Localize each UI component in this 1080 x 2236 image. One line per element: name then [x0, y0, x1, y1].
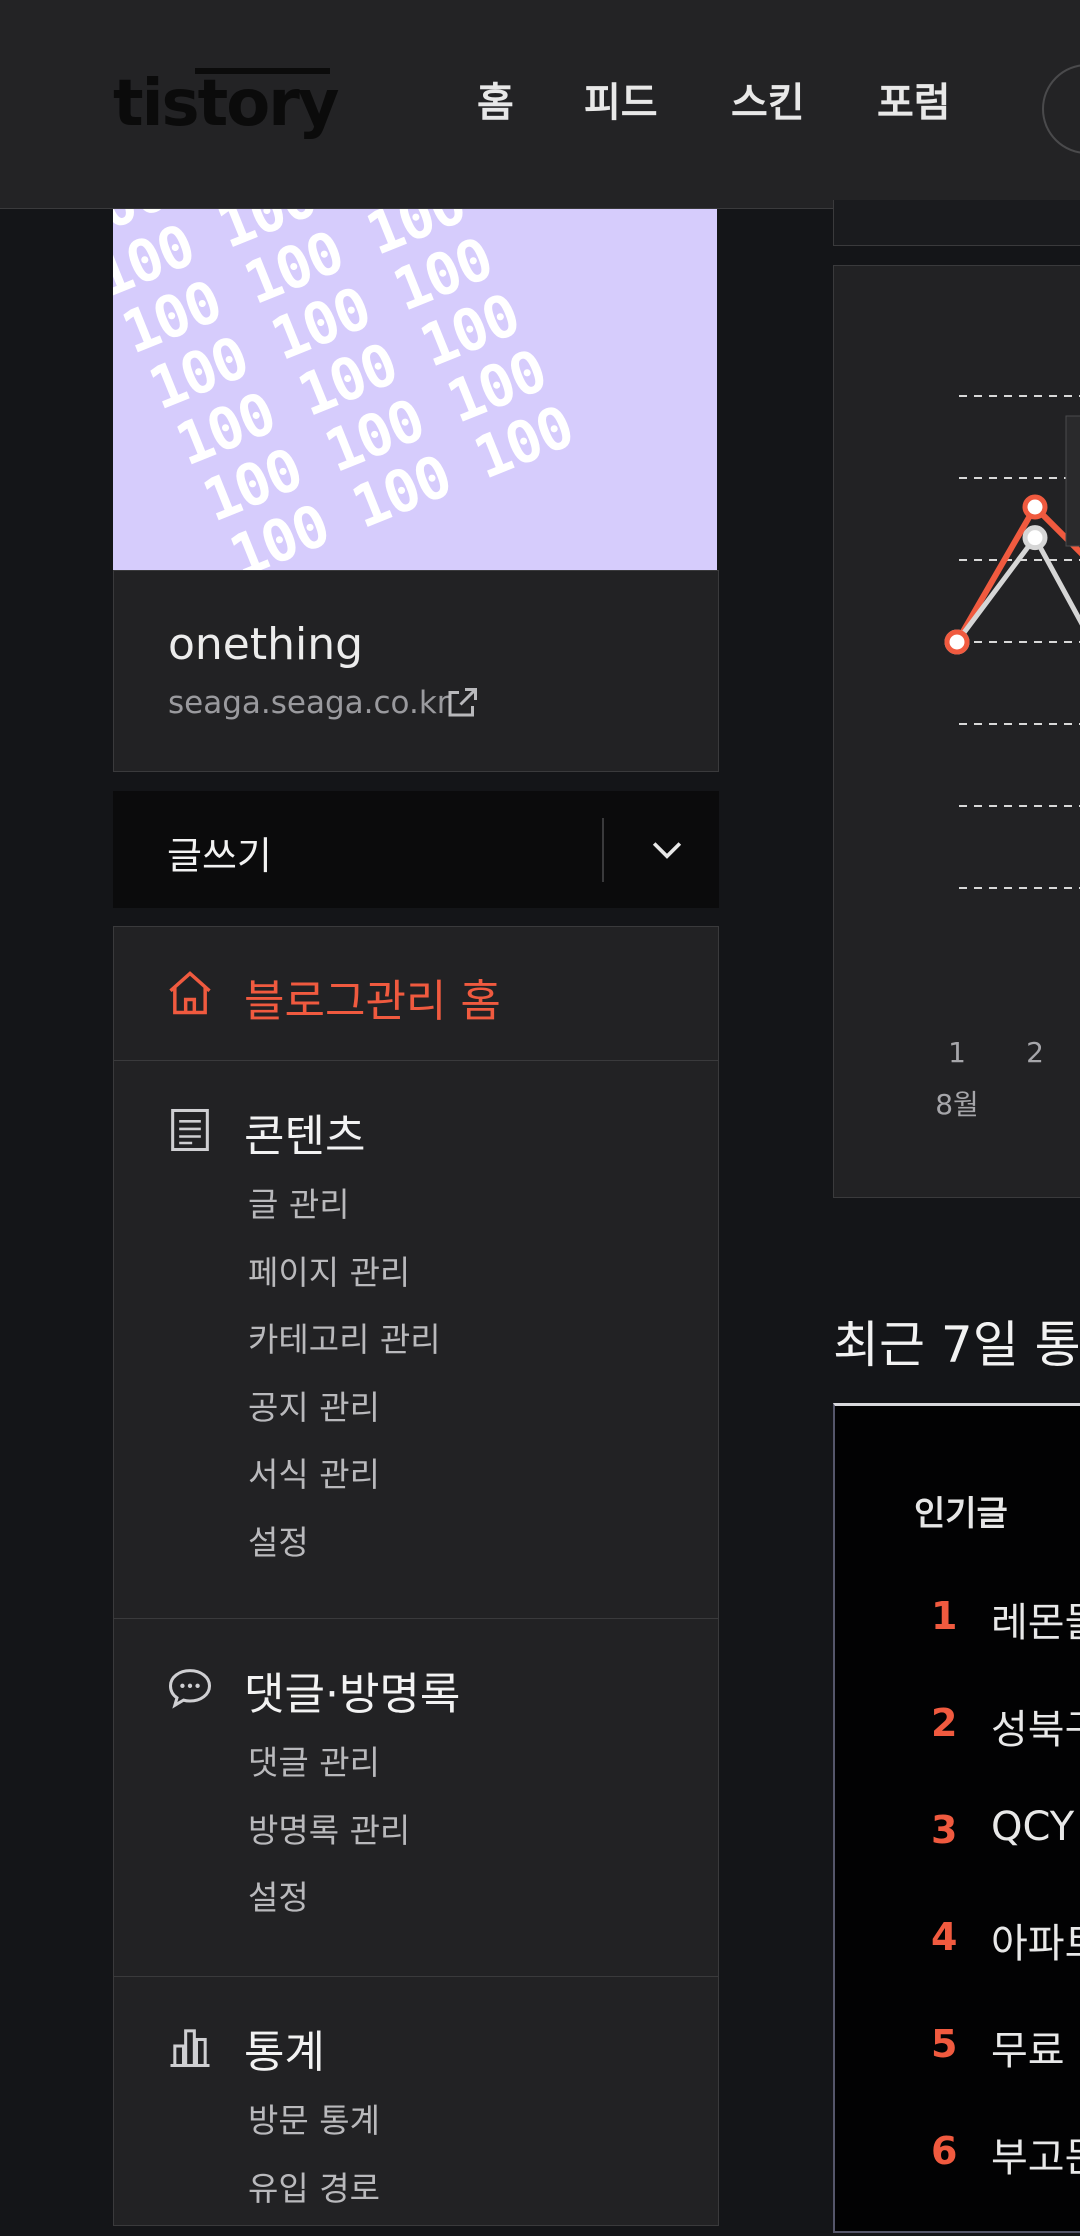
section-title-contents: 콘텐츠 — [244, 1111, 366, 1162]
popular-post-title[interactable]: 무료 — [991, 2018, 1065, 2076]
top-header: tistory 홈 피드 스킨 포럼 — [0, 0, 1080, 209]
bar-chart-icon — [170, 2029, 210, 2068]
nav-forum[interactable]: 포럼 — [877, 78, 951, 128]
blog-url-text: seaga.seaga.co.kr — [168, 685, 450, 721]
menu-contents-settings[interactable]: 설정 — [248, 1516, 309, 1564]
menu-comment-manage[interactable]: 댓글 관리 — [248, 1736, 380, 1784]
profile-avatar[interactable] — [1042, 64, 1080, 154]
visitor-chart-card: 1 2 8월 — [833, 265, 1080, 1198]
admin-menu: 블로그관리 홈 콘텐츠 글 관리 페이지 관리 카테고리 관리 공지 관리 서식… — [113, 926, 719, 2226]
chart-tooltip — [1065, 415, 1080, 547]
chart-series-line — [954, 533, 1080, 644]
nav-feed[interactable]: 피드 — [584, 78, 658, 128]
menu-visit-stats[interactable]: 방문 통계 — [248, 2094, 380, 2142]
chart-point[interactable] — [944, 629, 970, 655]
menu-blog-admin-home[interactable]: 블로그관리 홈 — [114, 927, 718, 1061]
section-title-stats: 통계 — [244, 2027, 325, 2078]
top-summary-card — [833, 200, 1080, 246]
blog-url-link[interactable]: seaga.seaga.co.kr — [168, 685, 450, 721]
visitor-line-chart: 1 2 8월 — [935, 395, 1080, 1121]
menu-guestbook-manage[interactable]: 방명록 관리 — [248, 1804, 410, 1852]
house-icon — [169, 971, 211, 1015]
menu-notice-manage[interactable]: 공지 관리 — [248, 1381, 380, 1429]
speech-bubble-icon — [168, 1669, 212, 1709]
popular-rank: 6 — [931, 2129, 958, 2173]
popular-posts-card: 인기글 1 레몬물 2 성북구 3 QCY 4 아파트 5 무료 6 부고문 — [833, 1403, 1080, 2233]
chevron-down-icon[interactable] — [645, 827, 689, 871]
chart-x-tick-label: 1 — [948, 1036, 966, 1069]
write-divider — [602, 818, 604, 882]
chart-point[interactable] — [1022, 494, 1048, 520]
popular-rank: 3 — [931, 1808, 958, 1852]
popular-rank: 4 — [931, 1915, 958, 1959]
menu-section-comments: 댓글·방명록 댓글 관리 방명록 관리 설정 — [114, 1618, 718, 1977]
menu-home-label: 블로그관리 홈 — [244, 976, 501, 1027]
menu-category-manage[interactable]: 카테고리 관리 — [248, 1313, 441, 1361]
chart-x-tick-label: 2 — [1026, 1036, 1044, 1069]
popular-post-title[interactable]: 레몬물 — [991, 1590, 1080, 1648]
external-link-icon[interactable] — [444, 685, 480, 721]
section-title-comments: 댓글·방명록 — [244, 1669, 461, 1720]
write-post-button[interactable]: 글쓰기 — [167, 825, 272, 880]
popular-post-title[interactable]: 아파트 — [991, 1911, 1080, 1969]
popular-rank: 1 — [931, 1594, 958, 1638]
tistory-logo[interactable]: tistory — [113, 64, 343, 144]
blog-info-card: onething seaga.seaga.co.kr — [113, 570, 719, 772]
popular-post-title[interactable]: 성북구 — [991, 1697, 1080, 1755]
document-icon — [171, 1108, 209, 1152]
nav-skin[interactable]: 스킨 — [731, 78, 805, 128]
popular-rank: 2 — [931, 1701, 958, 1745]
menu-comments-settings[interactable]: 설정 — [248, 1871, 309, 1919]
popular-posts-label: 인기글 — [914, 1494, 1008, 1534]
popular-post-title[interactable]: 부고문 — [991, 2125, 1080, 2183]
recent-stats-title: 최근 7일 통계 — [833, 1316, 1080, 1374]
menu-section-contents: 콘텐츠 글 관리 페이지 관리 카테고리 관리 공지 관리 서식 관리 설정 — [114, 1060, 718, 1619]
logo-text: tistory — [113, 67, 339, 141]
menu-post-manage[interactable]: 글 관리 — [248, 1178, 350, 1226]
menu-section-stats: 통계 방문 통계 유입 경로 — [114, 1976, 718, 2236]
blog-banner-image: 100 100 100 100 100 100 100 100 100 100 100… — [113, 209, 717, 570]
chart-series-line — [954, 502, 1080, 644]
write-bar: 글쓰기 — [113, 791, 719, 908]
menu-template-manage[interactable]: 서식 관리 — [248, 1448, 380, 1496]
menu-referrer[interactable]: 유입 경로 — [248, 2162, 380, 2210]
nav-home[interactable]: 홈 — [477, 78, 514, 128]
menu-page-manage[interactable]: 페이지 관리 — [248, 1246, 410, 1294]
blog-name: onething — [168, 619, 364, 670]
chart-month-label: 8월 — [935, 1088, 979, 1121]
chart-point[interactable] — [1022, 525, 1048, 551]
popular-rank: 5 — [931, 2022, 958, 2066]
popular-post-title[interactable]: QCY — [991, 1804, 1074, 1850]
